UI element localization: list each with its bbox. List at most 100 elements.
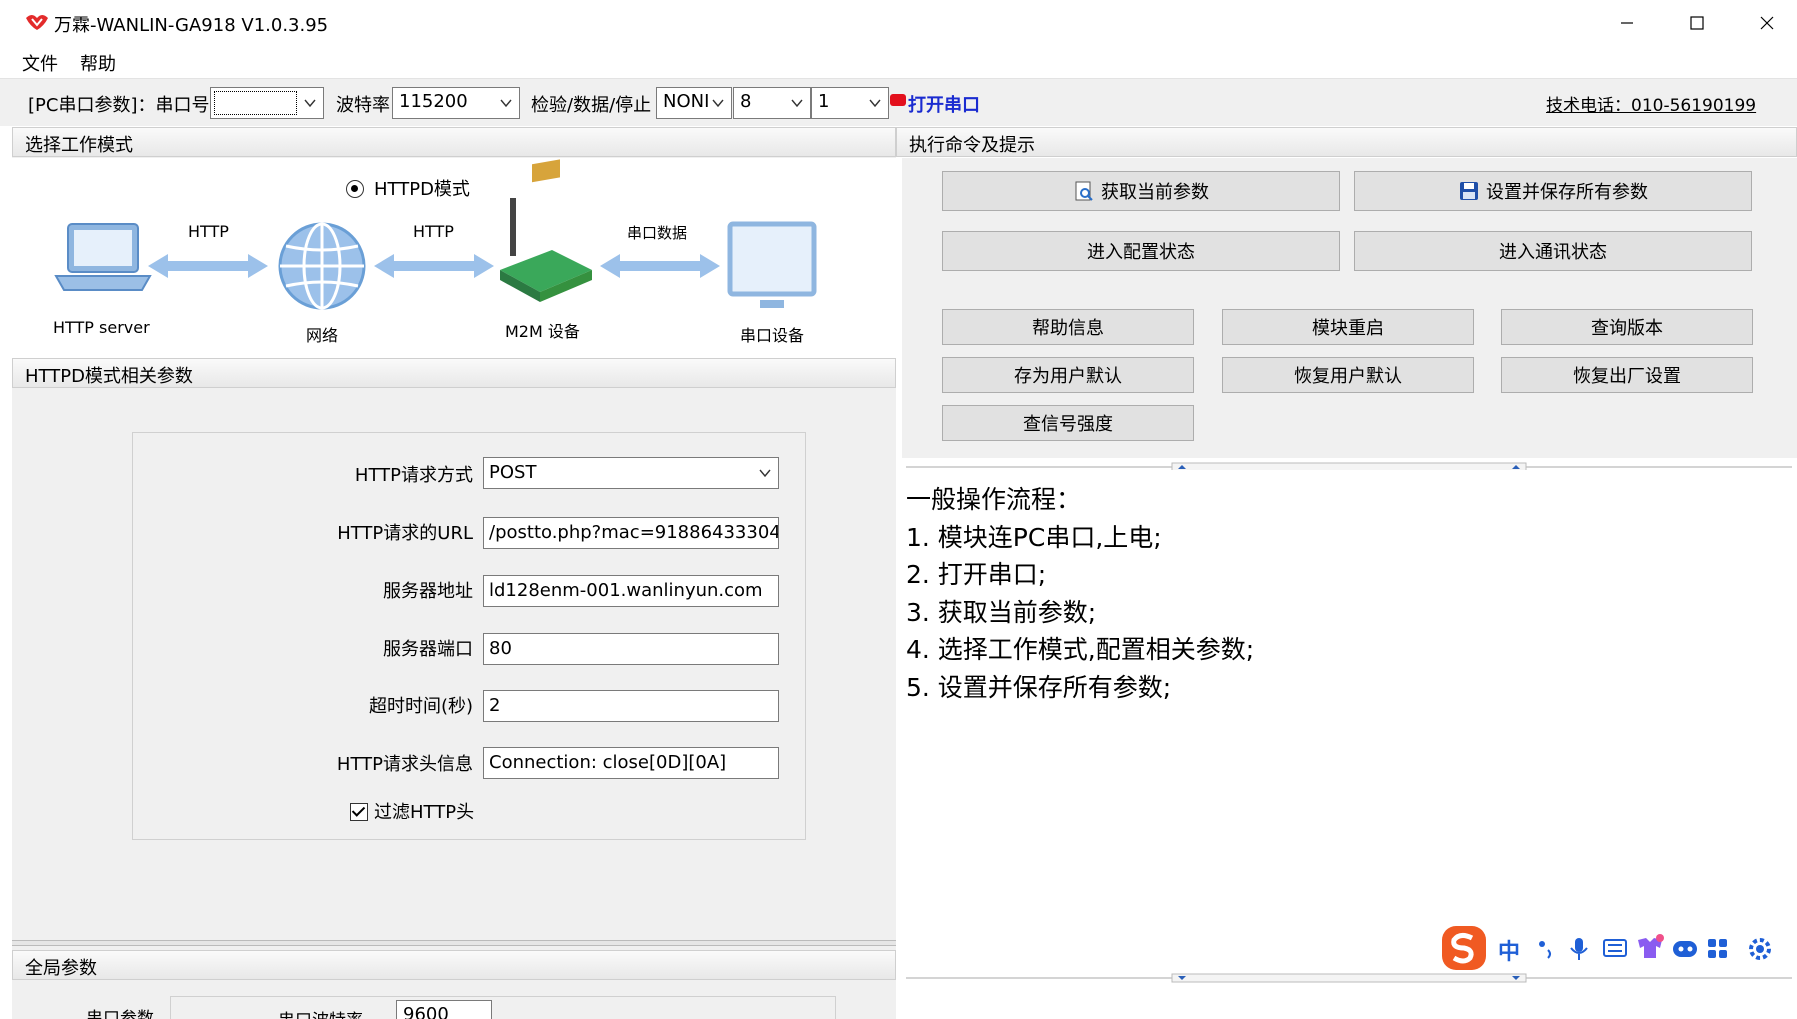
diagram-label-http-server: HTTP server [53, 318, 150, 337]
parity-select[interactable]: NONI [656, 87, 732, 119]
server-address-input[interactable]: ld128enm-001.wanlinyun.com [483, 575, 779, 607]
restart-button[interactable]: 模块重启 [1222, 309, 1474, 345]
http-method-value: POST [489, 462, 537, 483]
window-title: 万霖-WANLIN-GA918 V1.0.3.95 [54, 15, 329, 36]
help-info-label: 帮助信息 [1032, 318, 1104, 339]
httpd-params-header: HTTPD模式相关参数 [12, 358, 896, 388]
serial-toolbar: [PC串口参数]：串口号 波特率 115200 检验/数据/停止 NONI 8 … [0, 78, 1797, 126]
http-method-select[interactable]: POST [483, 457, 779, 489]
ime-toolbar-icons [1442, 926, 1771, 970]
keyboard-icon [1603, 939, 1627, 957]
diagram-label-network: 网络 [306, 326, 339, 345]
global-params-title: 全局参数 [25, 958, 97, 979]
save-default-button[interactable]: 存为用户默认 [942, 357, 1194, 393]
gamepad-icon [1673, 941, 1697, 957]
enter-config-label: 进入配置状态 [1087, 242, 1195, 263]
httpd-params-box: HTTP请求方式 POST HTTP请求的URL /postto.php?mac… [132, 432, 806, 840]
save-all-button[interactable]: 设置并保存所有参数 [1354, 171, 1752, 211]
stopbits-select[interactable]: 1 [811, 87, 889, 119]
menu-help[interactable]: 帮助 [80, 50, 116, 76]
output-line: 一般操作流程： [906, 485, 1082, 514]
timeout-label: 超时时间(秒) [368, 696, 473, 717]
http-url-label: HTTP请求的URL [337, 523, 473, 544]
chevron-down-icon [791, 99, 803, 108]
httpd-params-title: HTTPD模式相关参数 [25, 366, 193, 387]
filter-http-header-checkbox[interactable]: 过滤HTTP头 [350, 798, 474, 824]
close-button[interactable] [1732, 0, 1797, 46]
close-icon [1760, 16, 1774, 30]
maximize-icon [1690, 16, 1704, 30]
command-section-title: 执行命令及提示 [909, 135, 1035, 156]
server-address-label: 服务器地址 [383, 581, 473, 602]
port-select[interactable] [210, 87, 324, 119]
output-log: 一般操作流程： 1. 模块连PC串口,上电; 2. 打开串口; 3. 获取当前参… [906, 470, 1792, 970]
baud-select[interactable]: 115200 [392, 87, 520, 119]
maximize-button[interactable] [1662, 0, 1732, 46]
ime-language-toggle[interactable]: 中 [1498, 934, 1520, 966]
global-params-area: 串口参数 串口波特率 9600 [12, 982, 896, 1019]
laptop-icon [54, 223, 152, 291]
diagram-label-serial-data: 串口数据 [627, 224, 688, 242]
diagram-label-http-1: HTTP [188, 222, 229, 241]
http-method-label: HTTP请求方式 [354, 465, 473, 486]
m2m-device-icon [500, 159, 592, 302]
left-splitter[interactable] [12, 940, 896, 946]
http-header-input[interactable]: Connection: close[0D][0A] [483, 747, 779, 779]
output-line: 4. 选择工作模式,配置相关参数; [906, 635, 1255, 664]
version-button[interactable]: 查询版本 [1501, 309, 1753, 345]
filter-http-header-label: 过滤HTTP头 [374, 802, 475, 823]
output-line: 2. 打开串口; [906, 560, 1047, 589]
radio-selected-icon [346, 180, 364, 198]
diagram-label-http-2: HTTP [413, 222, 454, 241]
restore-default-button[interactable]: 恢复用户默认 [1222, 357, 1474, 393]
help-info-button[interactable]: 帮助信息 [942, 309, 1194, 345]
punctuation-icon [1539, 941, 1551, 959]
httpd-mode-radio[interactable]: HTTPD模式 [346, 175, 470, 201]
serial-baud-select[interactable]: 9600 [396, 1000, 492, 1019]
factory-reset-label: 恢复出厂设置 [1573, 366, 1681, 387]
chevron-down-icon [869, 99, 881, 108]
output-line: 3. 获取当前参数; [906, 598, 1097, 627]
check-label: 检验/数据/停止 [531, 95, 652, 116]
baud-label: 波特率 [336, 95, 390, 116]
microphone-icon [1570, 938, 1588, 960]
databits-select[interactable]: 8 [733, 87, 811, 119]
factory-reset-button[interactable]: 恢复出厂设置 [1501, 357, 1753, 393]
minimize-button[interactable] [1592, 0, 1662, 46]
enter-comm-label: 进入通讯状态 [1499, 242, 1607, 263]
enter-config-button[interactable]: 进入配置状态 [942, 231, 1340, 271]
restore-default-label: 恢复用户默认 [1294, 366, 1402, 387]
settings-gear-icon [1749, 938, 1771, 960]
globe-icon [278, 222, 366, 310]
save-disk-icon [1460, 182, 1478, 200]
signal-strength-label: 查信号强度 [1023, 414, 1113, 435]
httpd-mode-label: HTTPD模式 [374, 179, 470, 200]
output-line: 5. 设置并保存所有参数; [906, 673, 1172, 702]
save-default-label: 存为用户默认 [1014, 366, 1122, 387]
timeout-input[interactable]: 2 [483, 690, 779, 722]
server-port-input[interactable]: 80 [483, 633, 779, 665]
save-all-label: 设置并保存所有参数 [1486, 182, 1648, 203]
tech-phone-link[interactable]: 技术电话：010-56190199 [1546, 91, 1756, 116]
skin-shirt-icon [1638, 934, 1664, 958]
http-url-input[interactable]: /postto.php?mac=918864333047€ [483, 517, 779, 549]
get-params-button[interactable]: 获取当前参数 [942, 171, 1340, 211]
restart-label: 模块重启 [1312, 318, 1384, 339]
chevron-down-icon [712, 99, 724, 108]
output-bottom-splitter[interactable] [906, 973, 1792, 983]
sogou-logo-icon [1442, 926, 1486, 970]
baud-value: 115200 [399, 91, 468, 112]
port-status-led-icon [890, 94, 906, 106]
menu-bar: 文件 帮助 [0, 46, 1797, 78]
minimize-icon [1621, 22, 1633, 24]
enter-comm-button[interactable]: 进入通讯状态 [1354, 231, 1752, 271]
server-port-label: 服务器端口 [383, 639, 473, 660]
signal-strength-button[interactable]: 查信号强度 [942, 405, 1194, 441]
pc-port-label: [PC串口参数]：串口号 [28, 95, 210, 116]
open-port-button[interactable]: 打开串口 [890, 91, 980, 117]
mode-section-header: 选择工作模式 [12, 127, 896, 157]
search-document-icon [1075, 181, 1093, 201]
menu-file[interactable]: 文件 [22, 50, 58, 76]
chevron-down-icon [500, 99, 512, 108]
diagram-label-serial-device: 串口设备 [740, 326, 805, 345]
